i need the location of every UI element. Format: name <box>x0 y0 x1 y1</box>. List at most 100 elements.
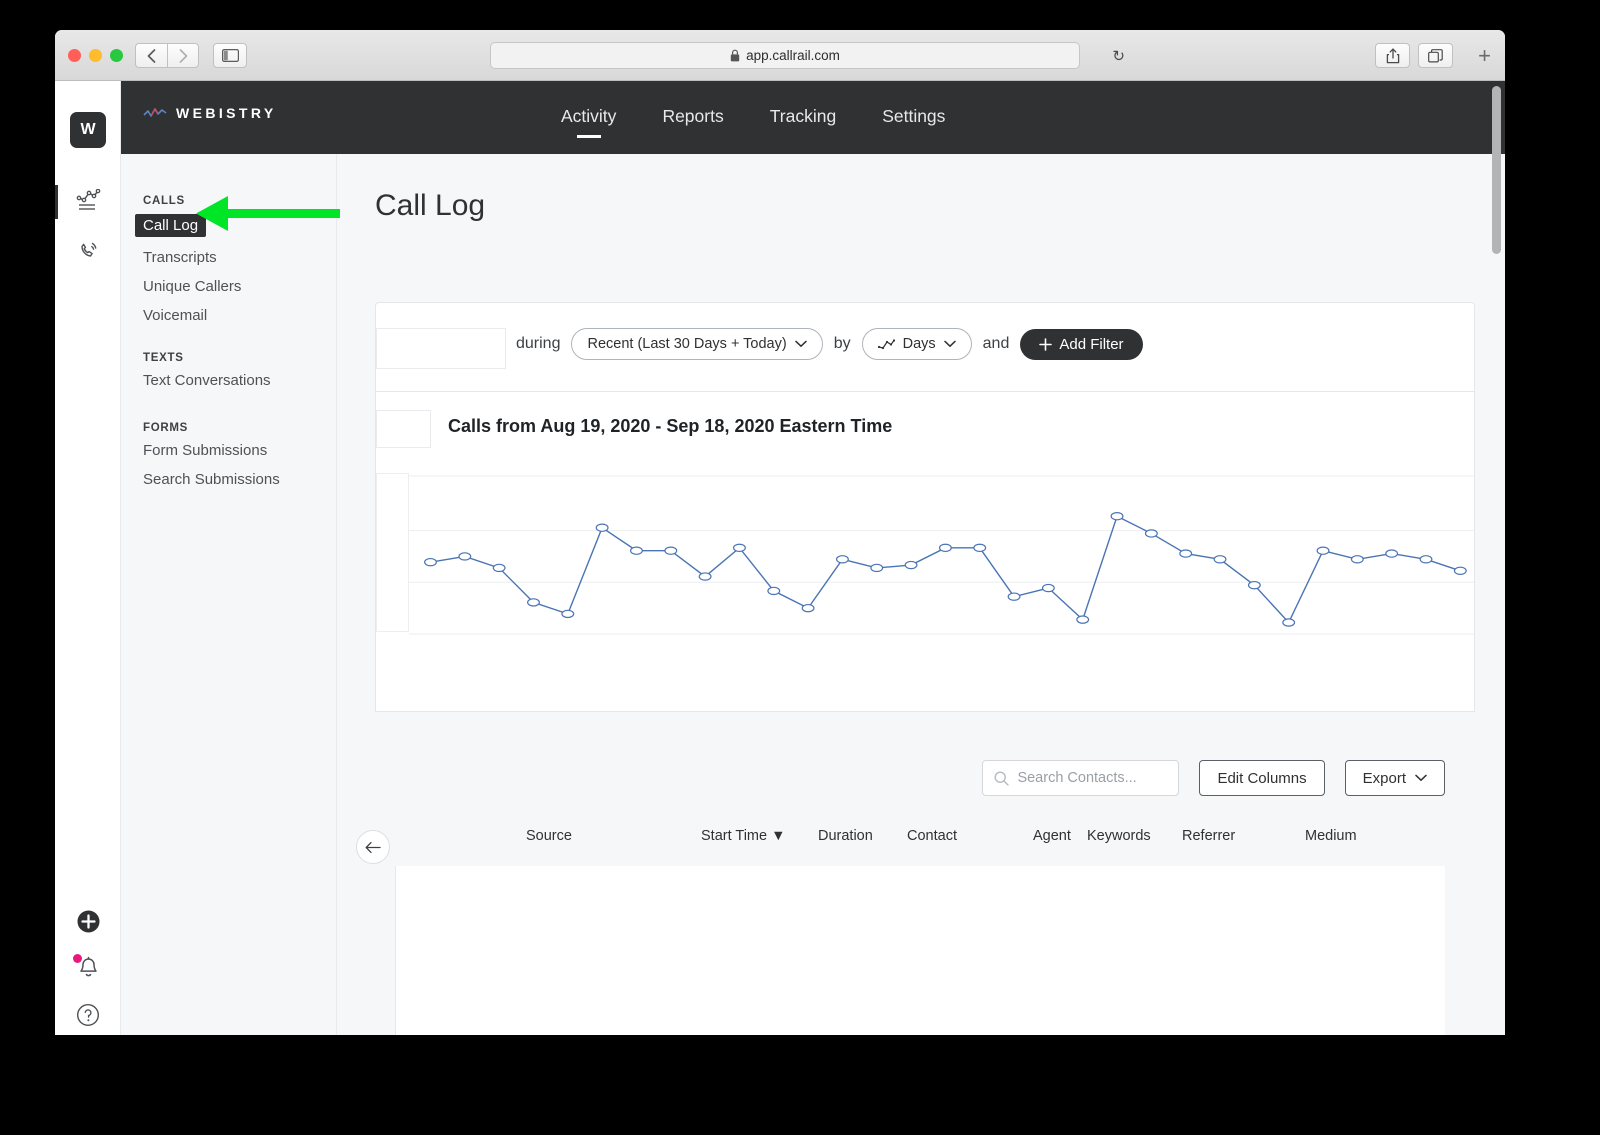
column-header-duration[interactable]: Duration <box>818 828 873 844</box>
search-icon <box>994 771 1009 786</box>
granularity-value: Days <box>903 336 936 352</box>
chart-data-point <box>631 547 643 554</box>
chart-data-point <box>562 610 574 617</box>
forward-button[interactable] <box>167 43 199 68</box>
page-scrollbar[interactable] <box>1492 86 1501 254</box>
tab-overview-button[interactable] <box>1418 43 1453 68</box>
chart-data-point <box>802 605 814 612</box>
icon-rail: W <box>55 81 121 1035</box>
table-header-row: Source Start Time ▼ Duration Contact Age… <box>396 828 1445 858</box>
sidebar-item-voicemail[interactable]: Voicemail <box>143 307 207 324</box>
chart-data-point <box>699 573 711 580</box>
sidebar-group-calls: CALLS <box>143 195 185 207</box>
column-header-source[interactable]: Source <box>526 828 572 844</box>
granularity-dropdown[interactable]: Days <box>862 328 972 360</box>
export-button[interactable]: Export <box>1345 760 1445 796</box>
brand-name: WEBISTRY <box>176 105 277 121</box>
collapse-panel-button[interactable] <box>356 830 390 864</box>
rail-item-activity[interactable] <box>55 189 121 211</box>
arrow-left-icon <box>365 841 381 854</box>
chart-data-point <box>974 544 986 551</box>
during-label: during <box>516 335 560 353</box>
date-range-dropdown[interactable]: Recent (Last 30 Days + Today) <box>571 328 822 360</box>
browser-titlebar: app.callrail.com ↻ + <box>55 30 1505 81</box>
search-contacts-input[interactable]: Search Contacts... <box>982 760 1179 796</box>
notification-badge-dot <box>73 954 82 963</box>
window-maximize-button[interactable] <box>110 49 123 62</box>
column-header-start-time[interactable]: Start Time ▼ <box>701 828 785 844</box>
top-navigation-bar: WEBISTRY Activity Reports Tracking Setti… <box>121 81 1505 154</box>
caret-down-icon: ▼ <box>771 828 785 844</box>
rail-item-add[interactable] <box>55 909 121 934</box>
date-range-value: Recent (Last 30 Days + Today) <box>587 336 786 352</box>
window-minimize-button[interactable] <box>89 49 102 62</box>
phone-calls-icon <box>76 238 100 262</box>
new-tab-button[interactable]: + <box>1478 45 1491 67</box>
sidebar-item-search-submissions[interactable]: Search Submissions <box>143 471 280 488</box>
table-controls: Search Contacts... Edit Columns Export <box>982 760 1445 796</box>
chart-data-point <box>1386 550 1398 557</box>
webistry-wave-logo <box>143 106 167 120</box>
lock-icon <box>730 49 740 62</box>
calls-line-chart-svg <box>409 470 1474 644</box>
line-chart-icon <box>878 339 895 350</box>
call-log-table: Source Start Time ▼ Duration Contact Age… <box>395 866 1445 1035</box>
chart-data-point <box>425 559 437 566</box>
column-header-contact[interactable]: Contact <box>907 828 957 844</box>
chart-data-point <box>1283 619 1295 626</box>
add-filter-button[interactable]: Add Filter <box>1020 329 1142 360</box>
column-header-referrer[interactable]: Referrer <box>1182 828 1235 844</box>
share-button[interactable] <box>1375 43 1410 68</box>
url-text: app.callrail.com <box>746 48 840 63</box>
chart-data-point <box>1420 556 1432 563</box>
rail-item-notifications[interactable] <box>55 956 121 985</box>
window-close-button[interactable] <box>68 49 81 62</box>
add-filter-label: Add Filter <box>1059 336 1123 353</box>
chevron-down-icon <box>1415 774 1427 782</box>
chart-data-point <box>905 561 917 568</box>
chevron-down-icon <box>944 340 956 348</box>
chevron-left-icon <box>147 49 156 63</box>
sidebar-toggle-button[interactable] <box>213 43 247 68</box>
help-circle-icon <box>76 1003 100 1027</box>
account-avatar[interactable]: W <box>70 112 106 148</box>
tab-overview-icon <box>1428 49 1443 63</box>
brand-logo[interactable]: WEBISTRY <box>143 105 277 121</box>
nav-item-reports[interactable]: Reports <box>662 106 723 130</box>
chart-data-point <box>1111 513 1123 520</box>
plus-icon <box>1039 338 1052 351</box>
chart-data-point <box>1146 530 1158 537</box>
chart-data-point <box>1351 556 1363 563</box>
edit-columns-button[interactable]: Edit Columns <box>1199 760 1324 796</box>
chart-data-point <box>1180 550 1192 557</box>
back-button[interactable] <box>135 43 167 68</box>
rail-item-calls[interactable] <box>55 238 121 262</box>
edit-columns-label: Edit Columns <box>1217 770 1306 787</box>
activity-chart-icon <box>76 189 101 211</box>
chevron-down-icon <box>795 340 807 348</box>
column-header-agent[interactable]: Agent <box>1033 828 1071 844</box>
share-icon <box>1386 48 1400 64</box>
chart-card: Calls from Aug 19, 2020 - Sep 18, 2020 E… <box>375 392 1475 712</box>
sidebar-item-unique-callers[interactable]: Unique Callers <box>143 278 241 295</box>
chart-data-point <box>837 556 849 563</box>
nav-item-settings[interactable]: Settings <box>882 106 945 130</box>
annotation-arrow <box>190 192 350 236</box>
column-header-keywords[interactable]: Keywords <box>1087 828 1151 844</box>
calls-line-chart[interactable] <box>409 470 1474 644</box>
sidebar-item-form-submissions[interactable]: Form Submissions <box>143 442 267 459</box>
nav-item-activity[interactable]: Activity <box>561 106 616 130</box>
chart-data-point <box>1454 567 1466 574</box>
reload-icon[interactable]: ↻ <box>1112 47 1125 65</box>
column-header-medium[interactable]: Medium <box>1305 828 1357 844</box>
sidebar-item-transcripts[interactable]: Transcripts <box>143 249 217 266</box>
rail-item-help[interactable] <box>55 1003 121 1027</box>
chart-data-point <box>1043 584 1055 591</box>
sidebar-item-text-conversations[interactable]: Text Conversations <box>143 372 271 389</box>
nav-item-tracking[interactable]: Tracking <box>770 106 836 130</box>
chart-title-loading-placeholder <box>376 410 431 448</box>
filter-controls: during Recent (Last 30 Days + Today) by <box>516 328 1143 360</box>
chart-data-point <box>1214 556 1226 563</box>
primary-nav: Activity Reports Tracking Settings <box>561 81 945 154</box>
address-bar[interactable]: app.callrail.com ↻ <box>490 42 1080 69</box>
